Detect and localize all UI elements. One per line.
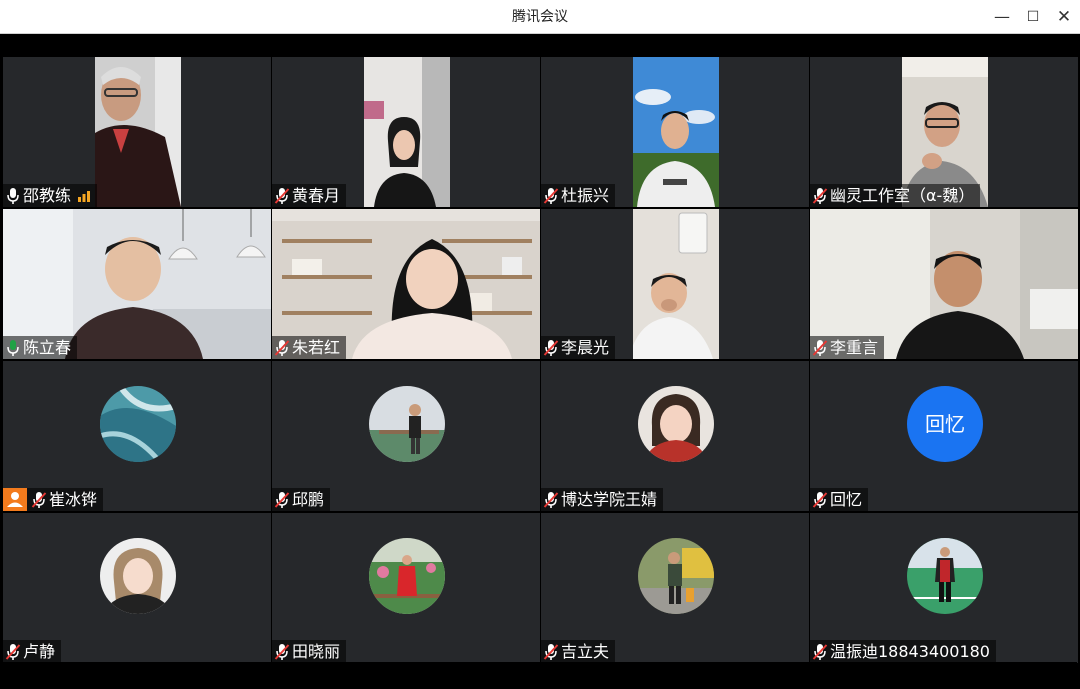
mic-muted-icon[interactable] xyxy=(31,491,47,509)
participant-name: 博达学院王婧 xyxy=(561,490,658,509)
video-grid: 邵教练 黄春月 杜振兴 幽灵工作室（α-魏） 陈立春 朱若红 李晨光 李重言 崔… xyxy=(3,57,1078,663)
participant-name-tag: 邵教练 xyxy=(3,184,98,207)
participant-tile[interactable]: 吉立夫 xyxy=(541,513,809,663)
participant-name: 崔冰铧 xyxy=(49,490,98,509)
volume-level-icon xyxy=(78,190,91,202)
participant-tile[interactable]: 朱若红 xyxy=(272,209,540,359)
mic-muted-icon[interactable] xyxy=(274,491,290,509)
participant-video xyxy=(633,57,719,207)
participant-name-tag: 卢静 xyxy=(3,640,62,663)
participant-video xyxy=(633,209,719,359)
mic-muted-icon[interactable] xyxy=(543,643,559,661)
participant-tile[interactable]: 崔冰铧 xyxy=(3,361,271,511)
participant-tile[interactable]: 卢静 xyxy=(3,513,271,663)
avatar xyxy=(100,538,176,614)
mic-muted-icon[interactable] xyxy=(274,339,290,357)
mic-muted-icon[interactable] xyxy=(5,643,21,661)
bottom-band xyxy=(3,662,1077,686)
mic-muted-icon[interactable] xyxy=(812,491,828,509)
avatar: 回忆 xyxy=(907,386,983,462)
mic-muted-icon[interactable] xyxy=(812,187,828,205)
participant-tile[interactable]: 邱鹏 xyxy=(272,361,540,511)
avatar xyxy=(100,386,176,462)
participant-tile[interactable]: 杜振兴 xyxy=(541,57,809,207)
mic-muted-icon[interactable] xyxy=(812,643,828,661)
mic-muted-icon[interactable] xyxy=(274,187,290,205)
participant-name-tag: 幽灵工作室（α-魏） xyxy=(810,184,981,207)
participant-name: 李重言 xyxy=(830,338,879,357)
title-bar: 腾讯会议 — ☐ ✕ xyxy=(0,0,1080,34)
participant-name-tag: 黄春月 xyxy=(272,184,347,207)
top-band xyxy=(3,35,1077,57)
participant-name-tag: 李重言 xyxy=(810,336,885,359)
minimize-button[interactable]: — xyxy=(985,0,1019,34)
participant-tile[interactable]: 田晓丽 xyxy=(272,513,540,663)
close-button[interactable]: ✕ xyxy=(1047,0,1080,34)
participant-name-tag: 陈立春 xyxy=(3,336,78,359)
participant-name: 黄春月 xyxy=(292,186,341,205)
participant-name-tag: 回忆 xyxy=(810,488,869,511)
avatar xyxy=(638,538,714,614)
maximize-button[interactable]: ☐ xyxy=(1016,0,1050,34)
participant-name: 邵教练 xyxy=(23,186,72,205)
participant-name-tag: 吉立夫 xyxy=(541,640,616,663)
mic-muted-icon[interactable] xyxy=(543,187,559,205)
host-badge-icon xyxy=(3,488,27,511)
participant-name: 回忆 xyxy=(830,490,863,509)
mic-muted-icon[interactable] xyxy=(812,339,828,357)
mic-muted-icon[interactable] xyxy=(274,643,290,661)
participant-name: 吉立夫 xyxy=(561,642,610,661)
participant-tile[interactable]: 幽灵工作室（α-魏） xyxy=(810,57,1078,207)
participant-name-tag: 李晨光 xyxy=(541,336,616,359)
participant-name: 李晨光 xyxy=(561,338,610,357)
participant-name-tag: 朱若红 xyxy=(272,336,347,359)
participant-name: 陈立春 xyxy=(23,338,72,357)
mic-icon[interactable] xyxy=(5,339,21,357)
participant-name: 卢静 xyxy=(23,642,56,661)
participant-name: 朱若红 xyxy=(292,338,341,357)
participant-tile[interactable]: 黄春月 xyxy=(272,57,540,207)
participant-name-tag: 邱鹏 xyxy=(272,488,331,511)
participant-tile[interactable]: 李晨光 xyxy=(541,209,809,359)
participant-video xyxy=(95,57,181,207)
window-title: 腾讯会议 xyxy=(512,9,568,25)
participant-tile[interactable]: 陈立春 xyxy=(3,209,271,359)
mic-icon[interactable] xyxy=(5,187,21,205)
participant-name-tag: 崔冰铧 xyxy=(3,488,104,511)
participant-name-tag: 温振迪18843400180 xyxy=(810,640,996,663)
participant-tile[interactable]: 博达学院王婧 xyxy=(541,361,809,511)
participant-tile[interactable]: 李重言 xyxy=(810,209,1078,359)
participant-name: 幽灵工作室（α-魏） xyxy=(830,186,975,205)
avatar xyxy=(369,386,445,462)
mic-muted-icon[interactable] xyxy=(543,491,559,509)
avatar xyxy=(369,538,445,614)
participant-name-tag: 田晓丽 xyxy=(272,640,347,663)
participant-name: 邱鹏 xyxy=(292,490,325,509)
participant-tile[interactable]: 温振迪18843400180 xyxy=(810,513,1078,663)
participant-tile[interactable]: 邵教练 xyxy=(3,57,271,207)
participant-tile[interactable]: 回忆 回忆 xyxy=(810,361,1078,511)
avatar xyxy=(638,386,714,462)
participant-name: 杜振兴 xyxy=(561,186,610,205)
mic-muted-icon[interactable] xyxy=(543,339,559,357)
participant-video xyxy=(364,57,450,207)
participant-name: 温振迪18843400180 xyxy=(830,642,990,661)
participant-name-tag: 博达学院王婧 xyxy=(541,488,664,511)
participant-name-tag: 杜振兴 xyxy=(541,184,616,207)
avatar xyxy=(907,538,983,614)
participant-name: 田晓丽 xyxy=(292,642,341,661)
